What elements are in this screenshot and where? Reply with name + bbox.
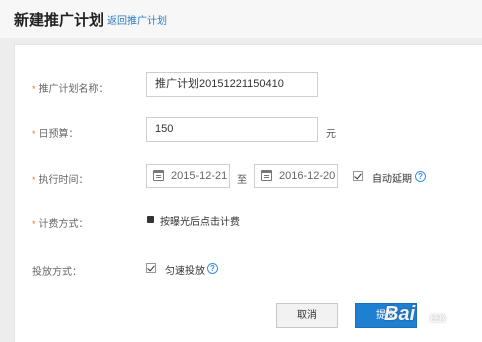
help-icon[interactable]: ? bbox=[415, 171, 426, 182]
submit-button[interactable]: 提交 bbox=[355, 303, 417, 328]
required-star-icon: * bbox=[32, 84, 36, 94]
delivery-option-label: 匀速投放 bbox=[165, 266, 205, 277]
billing-option-label: 按曝光后点击计费 bbox=[160, 217, 240, 228]
date-range-separator: 至 bbox=[237, 175, 247, 186]
daily-budget-input[interactable]: 150 bbox=[146, 117, 318, 142]
required-star-icon: * bbox=[32, 129, 36, 139]
calendar-icon bbox=[261, 170, 272, 181]
back-to-plans-link[interactable]: 返回推广计划 bbox=[107, 12, 167, 27]
help-icon[interactable]: ? bbox=[207, 263, 218, 274]
page-header: 新建推广计划 返回推广计划 bbox=[0, 0, 482, 38]
daily-budget-label-text: 日预算： bbox=[38, 129, 79, 140]
budget-unit: 元 bbox=[326, 129, 336, 140]
end-date-value: 2016-12-20 bbox=[279, 170, 336, 182]
required-star-icon: * bbox=[32, 175, 36, 185]
schedule-label-text: 执行时间： bbox=[38, 175, 89, 186]
page-title: 新建推广计划 bbox=[14, 12, 105, 29]
plan-name-input[interactable]: 推广计划20151221150410 bbox=[146, 72, 318, 97]
calendar-icon bbox=[153, 170, 164, 181]
schedule-label: * 执行时间： bbox=[32, 171, 89, 186]
delivery-checkbox[interactable] bbox=[146, 263, 156, 273]
billing-label: * 计费方式： bbox=[32, 215, 89, 230]
billing-label-text: 计费方式： bbox=[38, 219, 89, 230]
end-date-picker[interactable]: 2016-12-20 bbox=[254, 164, 338, 188]
plan-name-label: * 推广计划名称： bbox=[32, 80, 109, 95]
plan-name-label-text: 推广计划名称： bbox=[38, 84, 109, 95]
start-date-value: 2015-12-21 bbox=[171, 170, 228, 182]
cancel-button[interactable]: 取消 bbox=[276, 303, 338, 328]
auto-extend-label: 自动延期 bbox=[372, 174, 412, 185]
billing-option-radio[interactable] bbox=[147, 216, 154, 223]
auto-extend-checkbox[interactable] bbox=[353, 171, 363, 181]
required-star-icon: * bbox=[32, 219, 36, 229]
start-date-picker[interactable]: 2015-12-21 bbox=[146, 164, 230, 188]
daily-budget-label: * 日预算： bbox=[32, 125, 79, 140]
delivery-label: 投放方式： bbox=[32, 267, 82, 278]
